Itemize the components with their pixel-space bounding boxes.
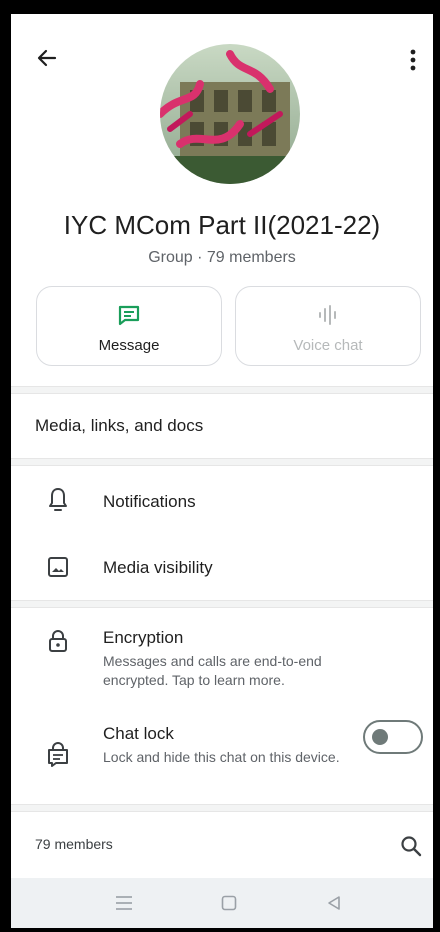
encryption-description: Messages and calls are end-to-end encryp… — [103, 653, 322, 688]
section-divider — [11, 600, 433, 608]
group-name: IYC MCom Part II(2021-22) — [63, 210, 381, 240]
chat-lock-row[interactable]: Chat lock Lock and hide this chat on thi… — [11, 706, 433, 806]
notifications-row[interactable]: Notifications — [11, 466, 433, 532]
chat-lock-toggle[interactable] — [363, 720, 423, 754]
media-links-docs-label: Media, links, and docs — [35, 416, 204, 435]
chat-lock-description: Lock and hide this chat on this device. — [103, 749, 340, 765]
voice-chat-button[interactable]: Voice chat — [235, 286, 421, 366]
menu-icon — [116, 896, 132, 910]
group-subtitle: Group · 79 members — [148, 249, 296, 266]
menu-button[interactable] — [111, 890, 137, 916]
search-members-button[interactable] — [399, 834, 425, 860]
home-square-icon — [221, 895, 237, 911]
waveform-icon — [236, 303, 420, 327]
search-icon — [401, 836, 422, 857]
more-vert-icon — [410, 49, 416, 71]
media-visibility-row[interactable]: Media visibility — [11, 534, 433, 600]
group-avatar[interactable] — [160, 44, 300, 184]
group-info-screen: IYC MCom Part II(2021-22) Group · 79 mem… — [11, 14, 433, 928]
voice-chat-label: Voice chat — [293, 337, 363, 354]
chat-lock-icon — [43, 740, 73, 770]
message-label: Message — [98, 337, 160, 354]
image-icon — [43, 552, 73, 582]
message-icon — [37, 303, 221, 327]
message-button[interactable]: Message — [36, 286, 222, 366]
notifications-label: Notifications — [103, 492, 196, 511]
section-divider — [11, 386, 433, 394]
members-count: 79 members — [35, 836, 113, 852]
home-button[interactable] — [216, 890, 242, 916]
system-nav-bar — [11, 878, 433, 928]
group-photo — [160, 44, 300, 184]
more-options-button[interactable] — [403, 46, 423, 74]
section-divider — [11, 804, 433, 812]
section-divider — [11, 458, 433, 466]
lock-icon — [43, 626, 73, 656]
media-visibility-label: Media visibility — [103, 558, 213, 577]
toggle-knob — [372, 729, 388, 745]
back-button[interactable] — [33, 44, 61, 72]
system-back-button[interactable] — [321, 890, 347, 916]
chat-lock-title: Chat lock — [103, 724, 174, 743]
encryption-row[interactable]: Encryption Messages and calls are end-to… — [11, 608, 433, 696]
triangle-back-icon — [328, 896, 340, 910]
bell-icon — [43, 484, 73, 514]
encryption-title: Encryption — [103, 628, 184, 647]
arrow-left-icon — [37, 49, 57, 67]
media-links-docs-row[interactable]: Media, links, and docs — [11, 394, 433, 458]
